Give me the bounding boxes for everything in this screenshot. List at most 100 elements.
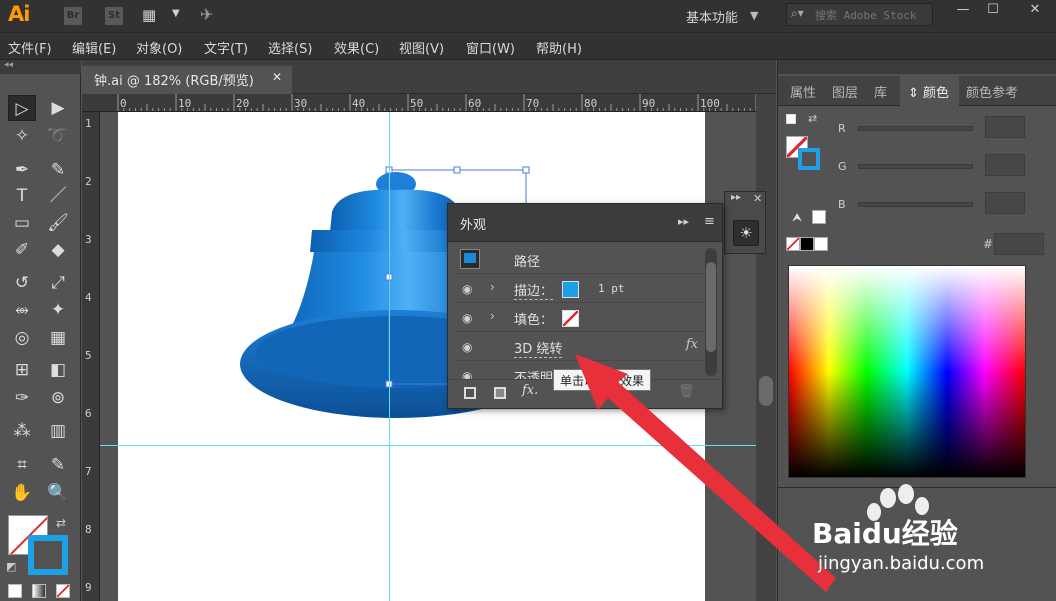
- stroke-color-swatch[interactable]: [28, 535, 68, 575]
- chevron-down-icon[interactable]: ▼: [172, 8, 180, 19]
- menu-view[interactable]: 视图(V): [399, 38, 444, 57]
- slider-g[interactable]: [858, 164, 973, 169]
- shaper-tool-icon[interactable]: ✐: [8, 237, 36, 263]
- white-swatch[interactable]: [814, 237, 828, 251]
- vertical-scrollbar[interactable]: [756, 94, 776, 601]
- stock-search[interactable]: ⌕▾: [786, 3, 933, 26]
- color-stroke-swatch[interactable]: [798, 148, 820, 170]
- tab-color[interactable]: ⇕ 颜色: [900, 76, 960, 106]
- guide-horizontal[interactable]: [100, 445, 756, 446]
- bridge-button[interactable]: Br: [64, 7, 82, 25]
- websafe-swatch[interactable]: [812, 210, 826, 224]
- tab-properties[interactable]: 属性: [790, 82, 816, 101]
- document-tab[interactable]: 钟.ai @ 182% (RGB/预览) ✕: [82, 66, 292, 94]
- vertical-ruler[interactable]: 1 2 3 4 5 6 7 8 9: [82, 112, 100, 601]
- effect-3d-revolve-link[interactable]: 3D 绕转: [514, 338, 563, 358]
- panel-collapse[interactable]: [778, 60, 1056, 74]
- hex-input[interactable]: [994, 233, 1044, 255]
- horizontal-ruler[interactable]: 0 10 20 30 40 50 60 70 80 90 100: [82, 94, 756, 112]
- menu-edit[interactable]: 编辑(E): [72, 38, 116, 57]
- shape-builder-tool-icon[interactable]: ◎: [8, 325, 36, 351]
- menu-help[interactable]: 帮助(H): [536, 38, 582, 57]
- workspace-switcher[interactable]: 基本功能: [686, 7, 738, 26]
- add-effect-icon[interactable]: fx.: [522, 383, 538, 398]
- chevron-down-icon[interactable]: ▼: [750, 9, 758, 22]
- mesh-tool-icon[interactable]: ⊞: [8, 357, 36, 383]
- lasso-tool-icon[interactable]: ➰: [44, 123, 72, 149]
- fx-icon[interactable]: fx: [686, 337, 698, 352]
- stroke-swatch[interactable]: [562, 281, 579, 298]
- scrollbar-thumb[interactable]: [706, 262, 716, 352]
- eye-icon[interactable]: ◉: [462, 340, 476, 354]
- none-mode-icon[interactable]: [56, 584, 70, 598]
- fill-none-swatch[interactable]: [562, 310, 579, 327]
- black-swatch[interactable]: [800, 237, 814, 251]
- column-graph-tool-icon[interactable]: ▥: [44, 418, 72, 444]
- close-icon[interactable]: ✕: [272, 70, 282, 84]
- panel-menu-icon[interactable]: ≡: [704, 214, 715, 229]
- curvature-tool-icon[interactable]: ✎: [44, 157, 72, 183]
- guide-vertical[interactable]: [389, 112, 390, 601]
- expand-panel-icon[interactable]: ▸▸: [731, 192, 741, 203]
- value-b[interactable]: [985, 192, 1025, 214]
- menu-select[interactable]: 选择(S): [268, 38, 312, 57]
- slice-tool-icon[interactable]: ✎: [44, 452, 72, 478]
- search-input[interactable]: [815, 7, 930, 23]
- cube-warning-icon[interactable]: ⮝: [792, 210, 802, 225]
- eye-icon[interactable]: ◉: [462, 282, 476, 296]
- delete-icon[interactable]: 🗑: [678, 384, 695, 399]
- menu-object[interactable]: 对象(O): [136, 38, 182, 57]
- minimize-button[interactable]: —: [948, 0, 978, 22]
- color-spectrum[interactable]: [788, 265, 1026, 478]
- menu-effect[interactable]: 效果(C): [334, 38, 379, 57]
- appearance-panel-header[interactable]: 外观 ▸▸ ≡: [448, 204, 722, 242]
- expand-icon[interactable]: ▸▸: [678, 215, 689, 228]
- hand-tool-icon[interactable]: ✋: [8, 480, 36, 506]
- tab-color-guide[interactable]: 颜色参考: [966, 82, 1018, 101]
- appearance-row-path[interactable]: 路径: [454, 246, 704, 274]
- add-stroke-icon[interactable]: [464, 387, 476, 399]
- blend-tool-icon[interactable]: ⊚: [44, 385, 72, 411]
- gradient-tool-icon[interactable]: ◧: [44, 357, 72, 383]
- rotate-tool-icon[interactable]: ↺: [8, 270, 36, 296]
- direct-selection-tool-icon[interactable]: ▶: [44, 95, 72, 121]
- eraser-tool-icon[interactable]: ◆: [44, 237, 72, 263]
- default-colors-icon[interactable]: ◩: [6, 560, 16, 573]
- selection-tool-icon[interactable]: ▷: [8, 95, 36, 121]
- add-fill-icon[interactable]: [494, 387, 506, 399]
- maximize-button[interactable]: ☐: [978, 0, 1008, 22]
- zoom-tool-icon[interactable]: 🔍: [44, 480, 72, 506]
- width-tool-icon[interactable]: ⥈: [8, 297, 36, 323]
- mini-fill-stroke-icon[interactable]: [786, 114, 796, 124]
- appearance-row-stroke[interactable]: ◉ › 描边： 1 pt: [454, 275, 704, 303]
- stroke-label[interactable]: 描边：: [514, 280, 554, 300]
- gpu-performance-icon[interactable]: ✈: [200, 5, 213, 24]
- magic-wand-tool-icon[interactable]: ✧: [8, 123, 36, 149]
- symbol-sprayer-tool-icon[interactable]: ⁂: [8, 418, 36, 444]
- scrollbar-thumb[interactable]: [759, 376, 773, 406]
- type-tool-icon[interactable]: T: [8, 183, 36, 209]
- tab-layers[interactable]: 图层: [832, 82, 858, 101]
- menu-file[interactable]: 文件(F): [8, 38, 52, 57]
- gradient-mode-icon[interactable]: [32, 584, 46, 598]
- menu-type[interactable]: 文字(T): [204, 38, 248, 57]
- artboard-tool-icon[interactable]: ⌗: [8, 452, 36, 478]
- slider-b[interactable]: [858, 202, 973, 207]
- stroke-weight[interactable]: 1 pt: [598, 282, 625, 295]
- perspective-grid-tool-icon[interactable]: ▦: [44, 325, 72, 351]
- appearance-panel-icon[interactable]: ☀: [733, 220, 759, 246]
- scale-tool-icon[interactable]: ⤢: [44, 270, 72, 296]
- eyedropper-tool-icon[interactable]: ✑: [8, 385, 36, 411]
- close-button[interactable]: ✕: [1020, 0, 1050, 22]
- pen-tool-icon[interactable]: ✒: [8, 157, 36, 183]
- swap-icon[interactable]: ⇄: [808, 112, 817, 125]
- swap-colors-icon[interactable]: ⇄: [56, 516, 66, 530]
- appearance-row-3d-revolve[interactable]: ◉ 3D 绕转 fx: [454, 333, 704, 361]
- menu-window[interactable]: 窗口(W): [466, 38, 515, 57]
- fill-label[interactable]: 填色：: [514, 309, 553, 328]
- color-mode-icon[interactable]: [8, 584, 22, 598]
- appearance-scrollbar[interactable]: [705, 248, 717, 376]
- eye-icon[interactable]: ◉: [462, 311, 476, 325]
- line-tool-icon[interactable]: ／: [44, 183, 72, 209]
- slider-r[interactable]: [858, 126, 973, 131]
